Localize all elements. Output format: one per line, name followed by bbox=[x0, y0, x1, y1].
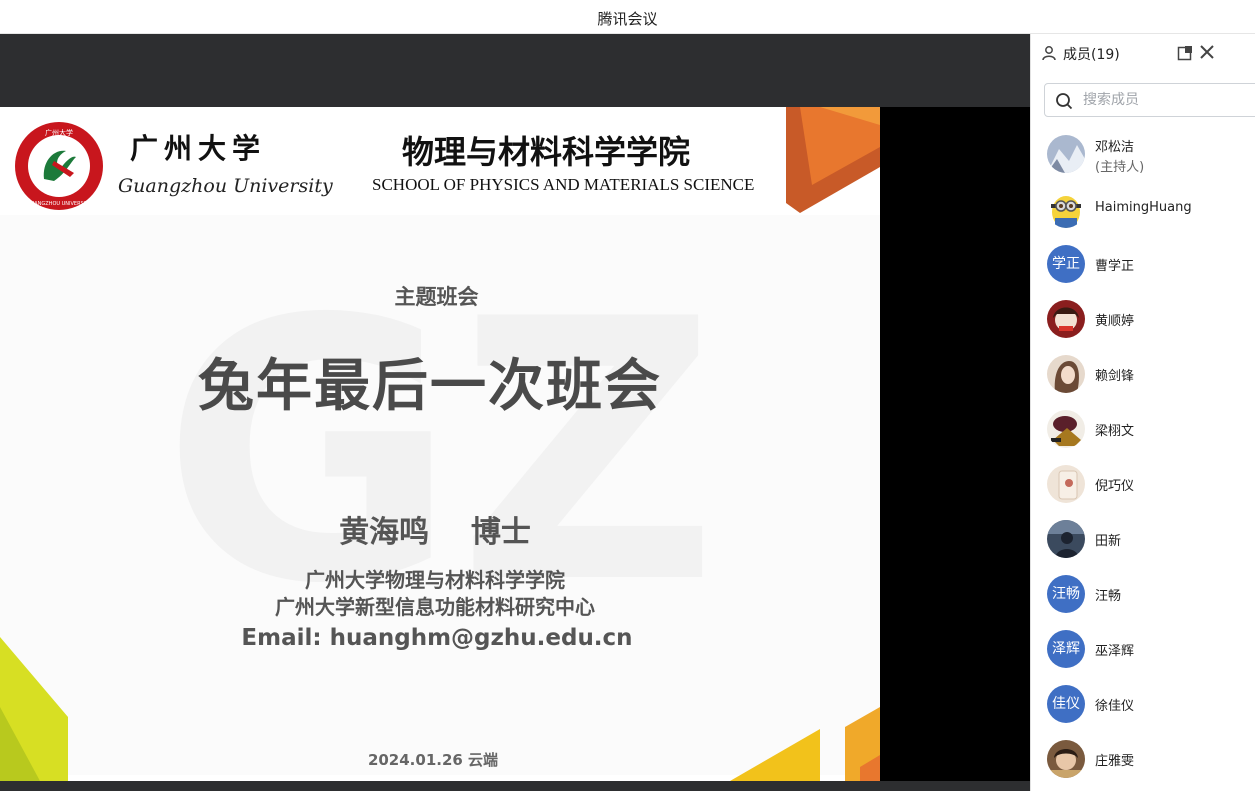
avatar bbox=[1047, 740, 1085, 778]
avatar: 汪畅 bbox=[1047, 575, 1085, 613]
members-panel-header: 成员(19) bbox=[1031, 34, 1255, 74]
member-item[interactable]: 田新 bbox=[1031, 512, 1255, 567]
member-name: 邓松洁 bbox=[1095, 140, 1135, 155]
slide-affiliation-2: 广州大学新型信息功能材料研究中心 bbox=[275, 595, 595, 619]
avatar bbox=[1047, 520, 1085, 558]
members-panel: 成员(19) 邓松洁 (主持人) bbox=[1030, 34, 1255, 791]
avatar bbox=[1047, 300, 1085, 338]
members-panel-title: 成员(19) bbox=[1063, 47, 1120, 63]
slide-main-title: 兔年最后一次班会 bbox=[198, 354, 662, 419]
avatar: 佳仪 bbox=[1047, 685, 1085, 723]
slide-affiliation-1: 广州大学物理与材料科学学院 bbox=[305, 568, 565, 592]
member-name: 赖剑锋 bbox=[1095, 369, 1135, 384]
stage-bottom-bar bbox=[0, 781, 1030, 791]
member-item[interactable]: 邓松洁 (主持人) bbox=[1031, 127, 1255, 182]
member-role: (主持人) bbox=[1095, 160, 1145, 175]
avatar: 学正 bbox=[1047, 245, 1085, 283]
slide-subtitle: 主题班会 bbox=[394, 285, 479, 309]
member-item[interactable]: 倪巧仪 bbox=[1031, 457, 1255, 512]
school-name-en: SCHOOL OF PHYSICS AND MATERIALS SCIENCE bbox=[372, 175, 755, 194]
member-name: 巫泽辉 bbox=[1095, 644, 1135, 659]
avatar bbox=[1047, 465, 1085, 503]
shared-screen-stage: GZ 广州大学 GUANGZHOU UNIVERSITY 广州大学 Guangz… bbox=[0, 34, 1030, 791]
window-titlebar: 腾讯会议 bbox=[0, 0, 1255, 34]
university-name-en: Guangzhou University bbox=[118, 175, 333, 197]
slide-date: 2024.01.26 云端 bbox=[367, 751, 499, 769]
member-item[interactable]: 赖剑锋 bbox=[1031, 347, 1255, 402]
member-name: 汪畅 bbox=[1095, 589, 1122, 604]
member-item[interactable]: 泽辉 巫泽辉 bbox=[1031, 622, 1255, 677]
avatar bbox=[1047, 410, 1085, 448]
stage-top-bar bbox=[0, 34, 1030, 107]
school-name-cn: 物理与材料科学学院 bbox=[402, 133, 691, 171]
avatar bbox=[1047, 355, 1085, 393]
close-icon[interactable] bbox=[1199, 44, 1215, 60]
member-name: 田新 bbox=[1095, 534, 1122, 549]
avatar bbox=[1047, 135, 1085, 173]
slide-background-graphics: GZ bbox=[0, 107, 880, 781]
member-name: 曹学正 bbox=[1095, 259, 1135, 274]
people-icon bbox=[1042, 46, 1056, 61]
member-item[interactable]: 汪畅 汪畅 bbox=[1031, 567, 1255, 622]
guangzhou-university-logo: 广州大学 GUANGZHOU UNIVERSITY bbox=[15, 122, 103, 210]
svg-text:GUANGZHOU UNIVERSITY: GUANGZHOU UNIVERSITY bbox=[27, 201, 93, 207]
member-item[interactable]: HaimingHuang bbox=[1031, 182, 1255, 237]
member-name: 梁栩文 bbox=[1095, 424, 1135, 439]
popout-icon[interactable] bbox=[1177, 45, 1193, 61]
member-search-input[interactable] bbox=[1083, 90, 1253, 110]
window-title: 腾讯会议 bbox=[597, 10, 658, 28]
university-name-cn: 广州大学 bbox=[130, 132, 267, 165]
member-search-box[interactable] bbox=[1044, 83, 1255, 117]
svg-text:广州大学: 广州大学 bbox=[45, 128, 73, 137]
member-item[interactable]: 黄顺婷 bbox=[1031, 292, 1255, 347]
avatar: 泽辉 bbox=[1047, 630, 1085, 668]
member-name: 徐佳仪 bbox=[1095, 699, 1135, 714]
member-item[interactable]: 佳仪 徐佳仪 bbox=[1031, 677, 1255, 732]
member-item[interactable]: 梁栩文 bbox=[1031, 402, 1255, 457]
member-item[interactable]: 学正 曹学正 bbox=[1031, 237, 1255, 292]
member-name: 倪巧仪 bbox=[1095, 479, 1135, 494]
member-name: 黄顺婷 bbox=[1095, 314, 1135, 329]
avatar bbox=[1047, 190, 1085, 228]
slide-presenter: 黄海鸣 博士 bbox=[339, 515, 531, 550]
slide-email: Email: huanghm@gzhu.edu.cn bbox=[241, 625, 633, 651]
member-item[interactable]: 庄雅雯 bbox=[1031, 732, 1255, 787]
member-name: HaimingHuang bbox=[1095, 200, 1192, 215]
member-name: 庄雅雯 bbox=[1095, 754, 1135, 769]
search-icon bbox=[1056, 93, 1073, 110]
presentation-slide: GZ 广州大学 GUANGZHOU UNIVERSITY 广州大学 Guangz… bbox=[0, 107, 880, 781]
